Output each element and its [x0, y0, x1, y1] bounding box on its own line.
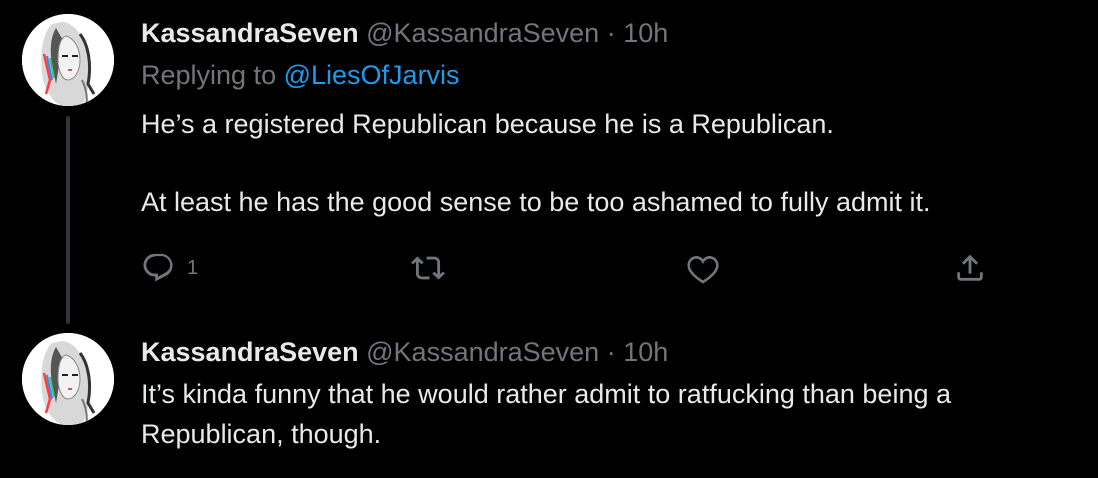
retweet-button[interactable]	[411, 246, 445, 290]
like-button[interactable]	[686, 246, 720, 290]
tweet-header: KassandraSeven @KassandraSeven · 10h	[141, 16, 668, 50]
reply-count: 1	[187, 256, 199, 279]
avatar[interactable]	[22, 333, 114, 425]
display-name[interactable]: KassandraSeven	[141, 337, 359, 367]
share-icon	[957, 254, 983, 281]
avatar-illustration	[22, 14, 114, 106]
thread-connector-line	[66, 116, 70, 324]
user-handle[interactable]: @KassandraSeven	[366, 337, 599, 367]
display-name[interactable]: KassandraSeven	[141, 18, 359, 48]
separator-dot: ·	[606, 337, 616, 367]
retweet-icon	[411, 256, 445, 280]
tweet[interactable]: KassandraSeven @KassandraSeven · 10h Rep…	[0, 0, 1098, 324]
reply-icon	[143, 253, 173, 282]
avatar-illustration	[22, 333, 114, 425]
avatar[interactable]	[22, 14, 114, 106]
separator-dot: ·	[606, 18, 616, 48]
timestamp[interactable]: 10h	[623, 337, 668, 367]
tweet-text-paragraph: At least he has the good sense to be too…	[141, 187, 931, 217]
timestamp[interactable]: 10h	[623, 18, 668, 48]
tweet-actions: 1	[0, 246, 1098, 290]
share-button[interactable]	[953, 246, 987, 290]
replying-to-line: Replying to @LiesOfJarvis	[141, 58, 460, 92]
tweet-text-paragraph: He’s a registered Republican because he …	[141, 109, 834, 139]
user-handle[interactable]: @KassandraSeven	[366, 18, 599, 48]
tweet-text: It’s kinda funny that he would rather ad…	[141, 379, 951, 449]
tweet-header: KassandraSeven @KassandraSeven · 10h	[141, 335, 668, 369]
tweet[interactable]: KassandraSeven @KassandraSeven · 10h It’…	[0, 318, 1098, 478]
replying-to-label: Replying to	[141, 60, 277, 90]
heart-icon	[687, 255, 719, 284]
reply-button[interactable]: 1	[141, 246, 198, 290]
mention-link[interactable]: @LiesOfJarvis	[284, 60, 460, 90]
